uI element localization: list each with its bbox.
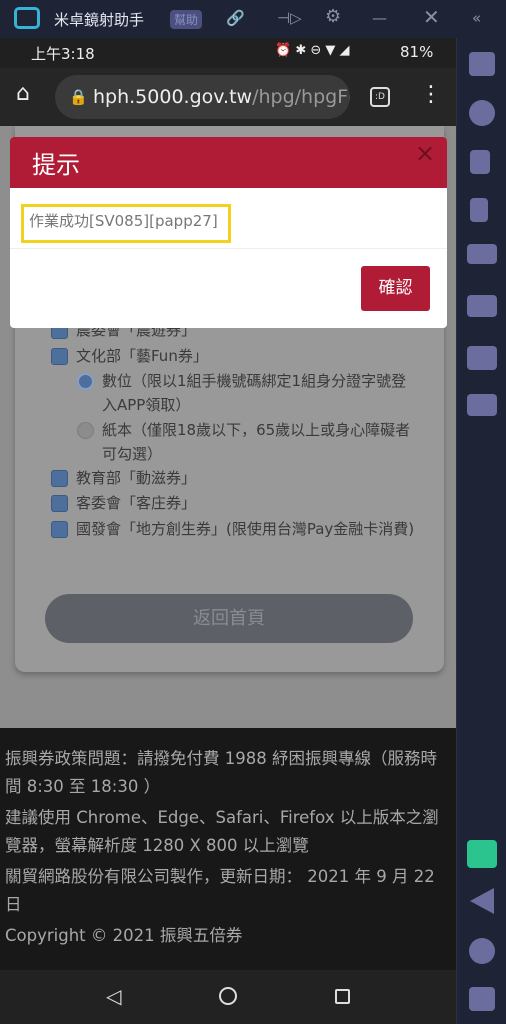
url-path: /hpg/hpgF(	[252, 86, 350, 108]
volume-up-icon[interactable]	[470, 150, 490, 174]
footer-copyright: Copyright © 2021 振興五倍券	[5, 926, 243, 945]
radio-unselected[interactable]	[77, 422, 94, 439]
checkbox[interactable]	[51, 470, 68, 487]
lock-icon: 🔒	[69, 88, 88, 106]
keyboard-icon[interactable]	[467, 244, 497, 264]
sidebar-divider	[456, 38, 457, 1024]
option-label: 教育部「動滋券」	[76, 469, 197, 487]
return-home-button[interactable]: 返回首頁	[45, 594, 413, 643]
footer-browser-note: 建議使用 Chrome、Edge、Safari、Firefox 以上版本之瀏覽器…	[5, 808, 439, 855]
status-time: 上午3:18	[31, 45, 95, 63]
dialog-close-icon[interactable]: ×	[415, 139, 435, 167]
footer-maker: 關貿網路股份有限公司製作，更新日期： 2021 年 9 月 22 日	[5, 867, 435, 914]
option-radio-digital[interactable]: 數位（限以1組手機號碼綁定1組身分證字號登入APP領取）	[77, 369, 417, 417]
site-footer: 振興券政策問題：請撥免付費 1988 紓困振興專線（服務時間 8:30 至 18…	[0, 728, 456, 970]
menu-icon[interactable]: ⋮	[420, 82, 442, 107]
footer-hotline: 振興券政策問題：請撥免付費 1988 紓困振興專線（服務時間 8:30 至 18…	[5, 749, 437, 796]
link-icon[interactable]: 🔗	[226, 9, 245, 27]
checkbox[interactable]	[51, 521, 68, 538]
url-host: hph.5000.gov.tw	[93, 86, 253, 108]
option-checkbox[interactable]: 文化部「藝Fun券」	[51, 344, 208, 368]
confirm-button[interactable]: 確認	[361, 266, 430, 311]
checkbox[interactable]	[51, 348, 68, 365]
battery-level: 81%	[400, 43, 434, 61]
option-checkbox[interactable]: 教育部「動滋券」	[51, 466, 196, 490]
status-bar: 上午3:18 ⏰ ✱ ⊖ ▼ ◢ 81%	[0, 38, 456, 68]
dialog-divider	[10, 248, 447, 249]
minimize-icon[interactable]: —	[372, 9, 387, 27]
dialog-header: 提示	[10, 137, 447, 188]
collapse-icon[interactable]: «	[472, 9, 481, 27]
help-button[interactable]: 幫助	[170, 10, 203, 29]
screen-record-icon[interactable]	[467, 346, 497, 370]
sleep-moon-icon[interactable]	[469, 100, 495, 126]
back-icon[interactable]: ◁	[106, 984, 121, 1008]
option-label: 客委會「客庄券」	[76, 494, 197, 512]
option-label: 文化部「藝Fun券」	[76, 347, 208, 365]
sidebar-back-icon[interactable]	[470, 888, 494, 914]
dialog-title: 提示	[32, 151, 80, 179]
mirror-app-titlebar: 米卓鏡射助手 幫助 🔗 ⊣▷ ⚙ — ✕ «	[0, 0, 506, 38]
alert-dialog: 提示 × 作業成功[SV085][papp27] 確認	[10, 137, 447, 328]
video-icon[interactable]	[467, 394, 497, 416]
option-label: 國發會「地方創生券」(限使用台灣Pay金融卡消費)	[76, 520, 415, 538]
home-icon[interactable]: ⌂	[16, 81, 30, 106]
sidebar-recents-icon[interactable]	[469, 987, 495, 1011]
option-checkbox[interactable]: 客委會「客庄券」	[51, 491, 196, 515]
transfer-icon[interactable]	[467, 840, 497, 868]
camera-icon[interactable]	[467, 295, 497, 317]
radio-selected[interactable]	[77, 373, 94, 390]
option-radio-paper[interactable]: 紙本（僅限18歲以下，65歲以上或身心障礙者可勾選）	[77, 418, 417, 466]
android-nav-bar: ◁	[0, 970, 456, 1024]
recents-icon[interactable]	[335, 989, 350, 1004]
fullscreen-icon[interactable]	[469, 52, 495, 76]
checkbox[interactable]	[51, 495, 68, 512]
option-checkbox[interactable]: 國發會「地方創生券」(限使用台灣Pay金融卡消費)	[51, 517, 414, 541]
app-title: 米卓鏡射助手	[54, 11, 145, 29]
close-icon[interactable]: ✕	[423, 5, 440, 29]
dialog-message: 作業成功[SV085][papp27]	[21, 204, 231, 243]
gear-icon[interactable]: ⚙	[325, 6, 341, 27]
sidebar-home-icon[interactable]	[469, 938, 495, 964]
option-label: 數位（限以1組手機號碼綁定1組身分證字號登入APP領取）	[102, 372, 407, 414]
app-logo-icon	[14, 7, 40, 29]
option-label: 紙本（僅限18歲以下，65歲以上或身心障礙者可勾選）	[102, 421, 411, 463]
home-circle-icon[interactable]	[219, 987, 237, 1005]
url-bar[interactable]: 🔒 hph.5000.gov.tw/hpg/hpgF(	[55, 75, 350, 119]
browser-toolbar: ⌂ 🔒 hph.5000.gov.tw/hpg/hpgF( :D ⋮	[0, 68, 456, 126]
pin-icon[interactable]: ⊣▷	[277, 9, 302, 27]
status-icons: ⏰ ✱ ⊖ ▼ ◢	[275, 43, 350, 58]
tabs-icon[interactable]: :D	[370, 87, 390, 107]
volume-down-icon[interactable]	[470, 198, 488, 222]
